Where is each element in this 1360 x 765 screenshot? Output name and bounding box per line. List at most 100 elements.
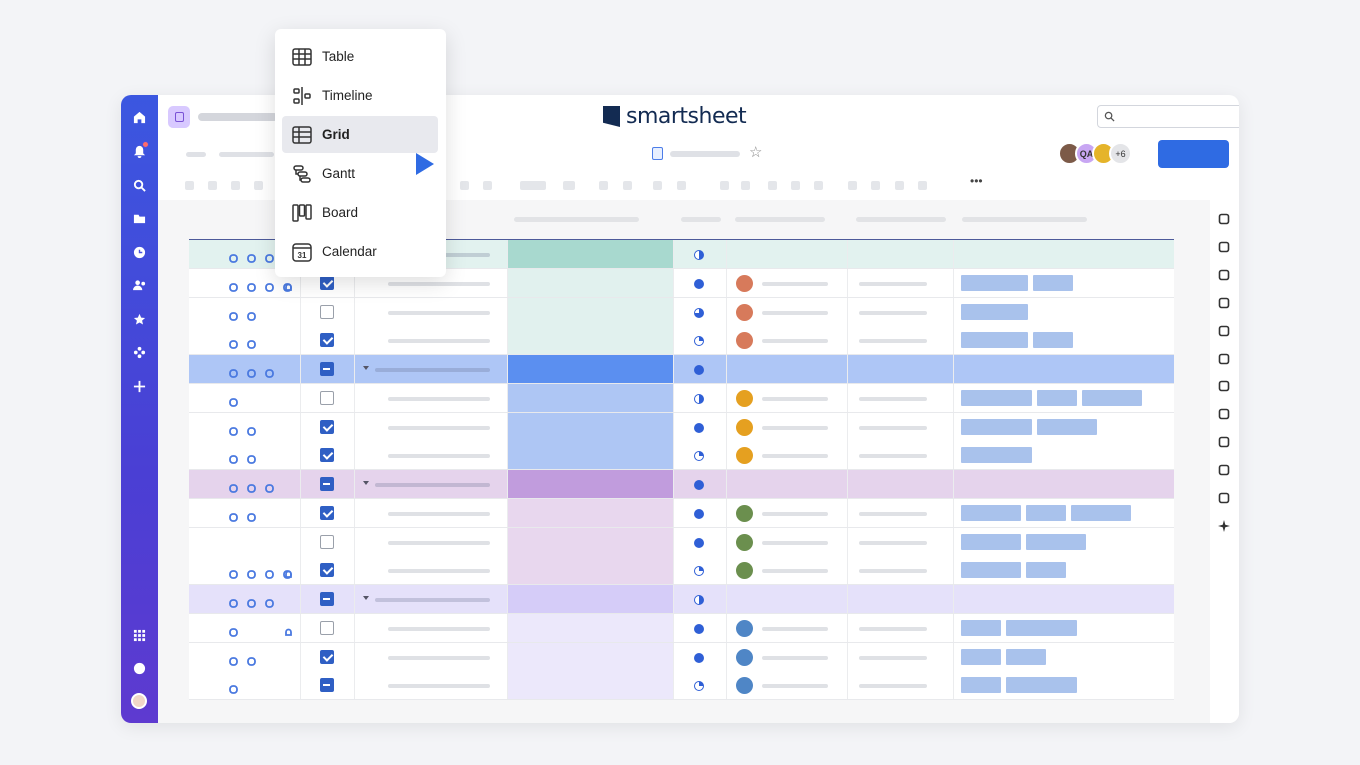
toolbar-button[interactable] bbox=[483, 181, 492, 190]
toolbar-button[interactable] bbox=[918, 181, 927, 190]
comment-icon[interactable] bbox=[247, 308, 256, 321]
status-cell[interactable] bbox=[674, 383, 727, 412]
row-checkbox[interactable] bbox=[320, 275, 334, 290]
status-cell[interactable] bbox=[674, 297, 727, 326]
status-cell[interactable] bbox=[674, 355, 727, 383]
column-header[interactable] bbox=[681, 217, 721, 222]
table-row[interactable] bbox=[189, 671, 1174, 701]
date-cell[interactable] bbox=[848, 470, 954, 498]
tag-chip[interactable] bbox=[961, 389, 1032, 406]
comment-icon[interactable] bbox=[247, 250, 256, 263]
tags-cell[interactable] bbox=[954, 528, 1174, 556]
name-cell[interactable] bbox=[355, 412, 508, 441]
tags-cell[interactable] bbox=[954, 585, 1174, 613]
tags-cell[interactable] bbox=[954, 384, 1174, 412]
group-row[interactable] bbox=[189, 585, 1174, 614]
contacts-icon[interactable] bbox=[1218, 435, 1230, 448]
tags-cell[interactable] bbox=[954, 470, 1174, 498]
tags-cell[interactable] bbox=[954, 355, 1174, 383]
proof-icon[interactable] bbox=[265, 365, 274, 378]
assignee-cell[interactable] bbox=[727, 441, 848, 470]
color-cell[interactable] bbox=[508, 671, 674, 700]
tag-chip[interactable] bbox=[961, 332, 1028, 349]
upload-icon[interactable] bbox=[1218, 352, 1230, 364]
checkbox-cell[interactable] bbox=[301, 642, 355, 671]
comment-icon[interactable] bbox=[247, 451, 256, 465]
status-cell[interactable] bbox=[674, 326, 727, 355]
tag-chip[interactable] bbox=[961, 303, 1028, 320]
date-cell[interactable] bbox=[848, 297, 954, 326]
attachment-icon[interactable] bbox=[229, 681, 238, 695]
ai-sparkle-icon[interactable] bbox=[1218, 519, 1230, 532]
toolbar-button[interactable] bbox=[720, 181, 729, 190]
date-cell[interactable] bbox=[848, 585, 954, 613]
row-checkbox[interactable] bbox=[320, 563, 334, 578]
assignee-cell[interactable] bbox=[727, 613, 848, 642]
status-cell[interactable] bbox=[674, 470, 727, 498]
checkbox-cell[interactable] bbox=[301, 326, 355, 355]
date-cell[interactable] bbox=[848, 441, 954, 470]
name-cell[interactable] bbox=[355, 297, 508, 326]
color-cell[interactable] bbox=[508, 355, 674, 383]
more-options-icon[interactable]: ••• bbox=[970, 174, 983, 188]
date-cell[interactable] bbox=[848, 498, 954, 527]
column-header[interactable] bbox=[735, 217, 825, 222]
tags-cell[interactable] bbox=[954, 269, 1174, 297]
collapse-caret-icon[interactable] bbox=[363, 596, 369, 600]
tags-cell[interactable] bbox=[954, 413, 1174, 441]
tag-chip[interactable] bbox=[1006, 619, 1077, 636]
tags-cell[interactable] bbox=[954, 499, 1174, 527]
toolbar-button[interactable] bbox=[677, 181, 686, 190]
tag-chip[interactable] bbox=[1037, 389, 1077, 406]
comments-icon[interactable] bbox=[1218, 212, 1230, 225]
status-cell[interactable] bbox=[674, 671, 727, 700]
connect-icon[interactable] bbox=[1218, 491, 1230, 504]
date-cell[interactable] bbox=[848, 556, 954, 585]
date-cell[interactable] bbox=[848, 527, 954, 556]
tag-chip[interactable] bbox=[1026, 533, 1086, 550]
tag-chip[interactable] bbox=[961, 533, 1021, 550]
tags-cell[interactable] bbox=[954, 614, 1174, 642]
recent-icon[interactable] bbox=[132, 245, 146, 259]
folder-icon[interactable] bbox=[132, 211, 146, 225]
status-cell[interactable] bbox=[674, 556, 727, 585]
color-cell[interactable] bbox=[508, 613, 674, 642]
sheet-app-icon[interactable] bbox=[168, 106, 190, 128]
tag-chip[interactable] bbox=[1026, 504, 1066, 521]
assignee-cell[interactable] bbox=[727, 297, 848, 326]
comment-icon[interactable] bbox=[247, 336, 256, 350]
toolbar-button[interactable] bbox=[653, 181, 662, 190]
table-row[interactable] bbox=[189, 383, 1174, 413]
tag-chip[interactable] bbox=[1026, 562, 1066, 579]
tags-cell[interactable] bbox=[954, 298, 1174, 326]
tag-chip[interactable] bbox=[1006, 648, 1046, 665]
share-button[interactable] bbox=[1158, 140, 1229, 168]
sync-icon[interactable] bbox=[1218, 324, 1230, 336]
color-cell[interactable] bbox=[508, 412, 674, 441]
reminder-icon[interactable] bbox=[284, 566, 293, 579]
name-cell[interactable] bbox=[355, 355, 508, 383]
checkbox-cell[interactable] bbox=[301, 355, 355, 383]
attachment-icon[interactable] bbox=[229, 451, 238, 465]
proof-icon[interactable] bbox=[265, 566, 274, 580]
comment-icon[interactable] bbox=[247, 365, 256, 378]
collapse-caret-icon[interactable] bbox=[363, 366, 369, 370]
assignee-cell[interactable] bbox=[727, 326, 848, 355]
row-checkbox[interactable] bbox=[320, 390, 334, 405]
assignee-cell[interactable] bbox=[727, 470, 848, 498]
toolbar-button[interactable] bbox=[623, 181, 632, 190]
checkbox-cell[interactable] bbox=[301, 470, 355, 498]
color-cell[interactable] bbox=[508, 441, 674, 470]
assignee-cell[interactable] bbox=[727, 527, 848, 556]
table-row[interactable] bbox=[189, 642, 1174, 672]
checkbox-cell[interactable] bbox=[301, 556, 355, 585]
date-cell[interactable] bbox=[848, 412, 954, 441]
row-checkbox[interactable] bbox=[320, 477, 334, 491]
bold-icon[interactable] bbox=[1218, 296, 1230, 308]
reminder-icon[interactable] bbox=[284, 279, 293, 291]
date-cell[interactable] bbox=[848, 671, 954, 700]
name-cell[interactable] bbox=[355, 613, 508, 642]
date-cell[interactable] bbox=[848, 240, 954, 268]
attachment-icon[interactable] bbox=[229, 250, 238, 263]
search-icon[interactable] bbox=[132, 178, 146, 192]
